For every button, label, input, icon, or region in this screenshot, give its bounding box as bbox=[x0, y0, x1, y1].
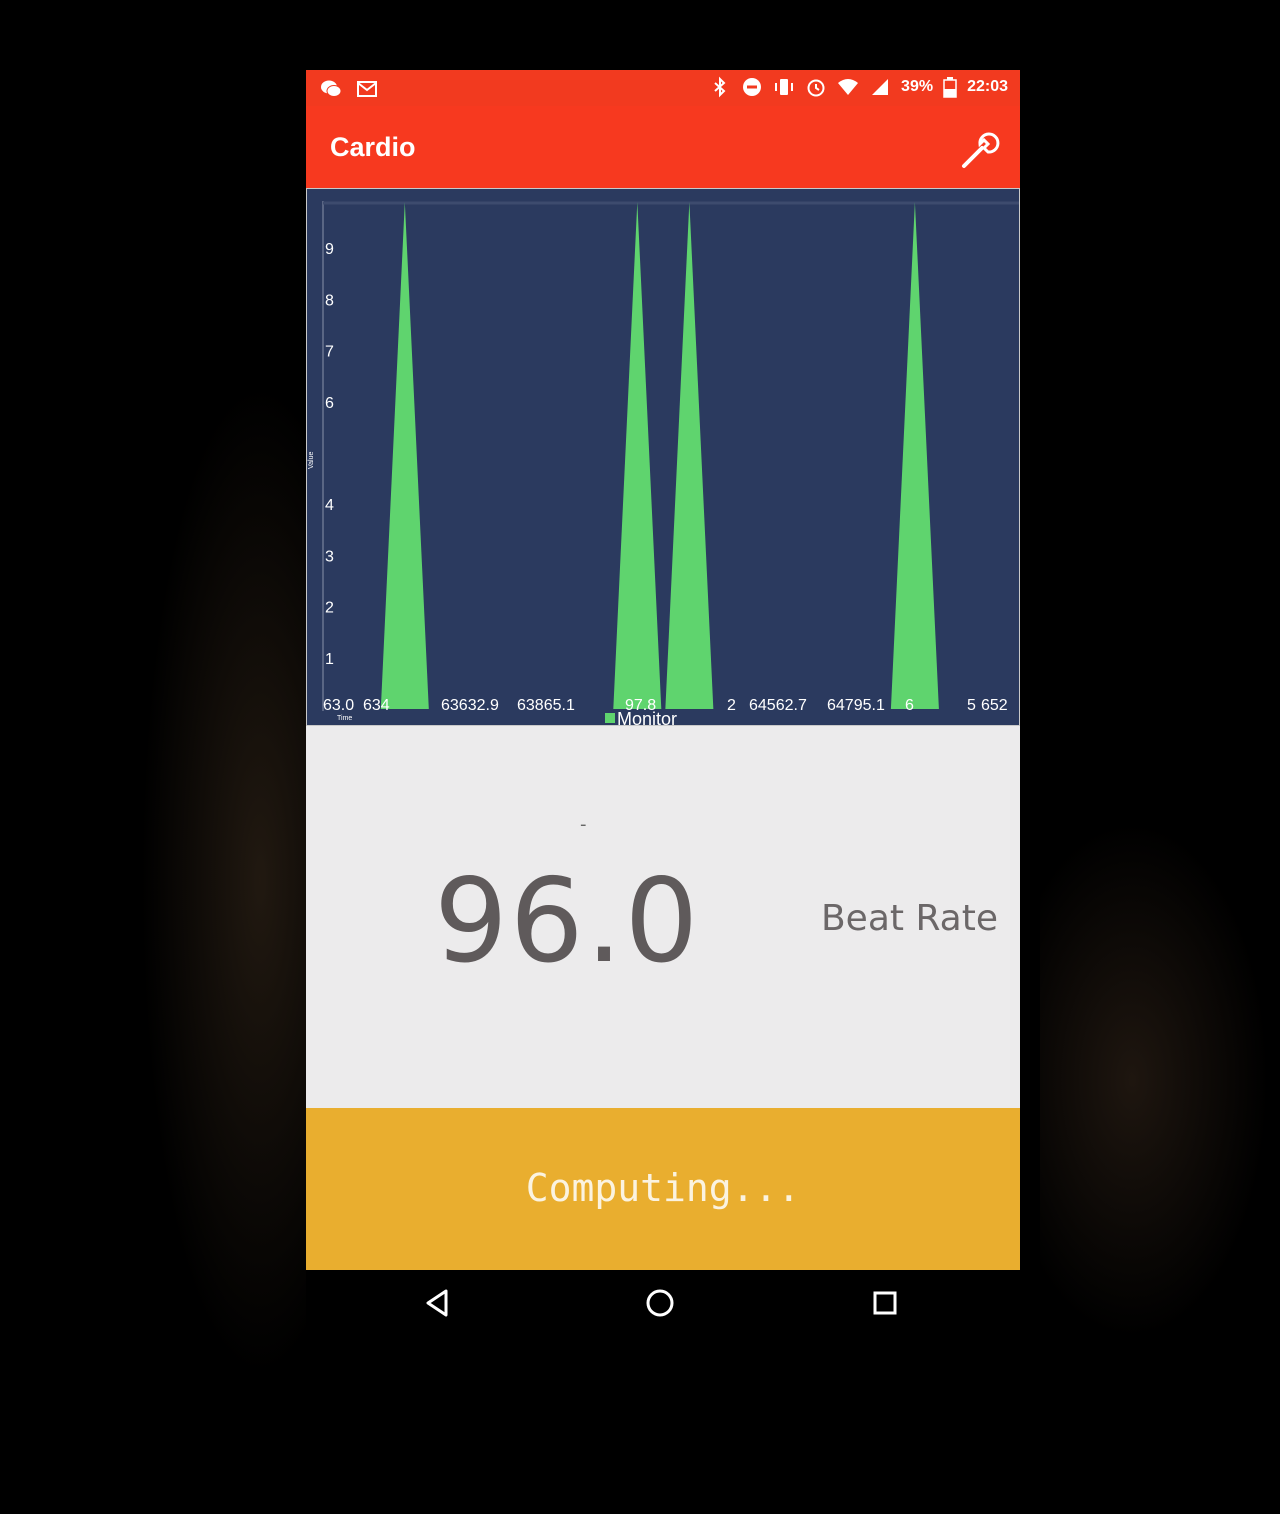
signal-icon bbox=[872, 79, 889, 95]
x-tick-label: 64795.1 bbox=[827, 697, 885, 714]
y-tick-label: 1 bbox=[325, 651, 334, 668]
y-tick-label: 8 bbox=[325, 292, 334, 309]
beat-rate-value: 96.0 bbox=[434, 854, 701, 989]
bluetooth-icon bbox=[714, 76, 726, 98]
x-axis-title: Time bbox=[337, 715, 352, 722]
do-not-disturb-icon bbox=[743, 78, 762, 96]
wifi-icon bbox=[838, 79, 859, 95]
x-tick-label: 634 bbox=[363, 697, 390, 714]
gmail-icon bbox=[357, 81, 377, 97]
app-bar: Cardio bbox=[306, 106, 1020, 188]
battery-icon bbox=[943, 77, 957, 98]
spike-1 bbox=[380, 202, 429, 709]
back-icon[interactable] bbox=[420, 1286, 454, 1320]
navigation-bar bbox=[306, 1270, 1020, 1332]
hand-shadow-right bbox=[1040, 820, 1270, 1340]
recents-icon[interactable] bbox=[868, 1286, 902, 1320]
spike-4 bbox=[890, 202, 939, 709]
wechat-icon bbox=[321, 80, 342, 97]
y-tick-label: 4 bbox=[325, 497, 334, 514]
status-text: Computing... bbox=[525, 1166, 801, 1210]
status-bar: 39% 22:03 bbox=[306, 70, 1020, 106]
legend-label: Monitor bbox=[617, 709, 677, 725]
x-tick-label: 5 bbox=[967, 697, 976, 714]
vibrate-icon bbox=[775, 79, 794, 95]
clock: 22:03 bbox=[967, 78, 1008, 95]
spike-2 bbox=[613, 202, 662, 709]
x-tick-label: 63.0 bbox=[323, 697, 354, 714]
app-title: Cardio bbox=[330, 132, 416, 162]
x-tick-label: 64562.7 bbox=[749, 697, 807, 714]
x-tick-label: 6 bbox=[905, 697, 914, 714]
chart-canvas: 9876432163.0 634 63632.9 63865.1 97.8 2 64562.… bbox=[308, 201, 1019, 725]
readout-panel: - 96.0 Beat Rate bbox=[306, 726, 1020, 1108]
legend-swatch bbox=[605, 713, 615, 723]
alarm-icon bbox=[807, 79, 825, 97]
status-panel[interactable]: Computing... bbox=[306, 1108, 1020, 1270]
y-tick-label: 9 bbox=[325, 241, 334, 258]
x-tick-label: 2 bbox=[727, 697, 736, 714]
spike-3 bbox=[665, 202, 714, 709]
home-icon[interactable] bbox=[643, 1286, 677, 1320]
y-tick-label: 2 bbox=[325, 600, 334, 617]
y-tick-label: 6 bbox=[325, 395, 334, 412]
x-tick-label: 652 bbox=[981, 697, 1008, 714]
battery-percent: 39% bbox=[901, 78, 934, 95]
y-tick-label: 3 bbox=[325, 548, 334, 565]
x-tick-label: 63865.1 bbox=[517, 697, 575, 714]
y-tick-label: 7 bbox=[325, 344, 334, 361]
readout-indicator: - bbox=[580, 814, 587, 835]
wrench-icon[interactable] bbox=[958, 128, 1002, 172]
beat-rate-label: Beat Rate bbox=[820, 898, 998, 939]
x-tick-label: 63632.9 bbox=[441, 697, 499, 714]
heart-rate-chart: 9 8 7 6 4 3 2 1 63.0 634 63632.9 63865.1 97.8 2 64562.… bbox=[306, 188, 1020, 726]
y-axis-title: Value bbox=[308, 452, 315, 469]
phone-screen: 39% 22:03 Cardio 9 8 7 6 4 3 2 1 63.0 634 63632.9 6… bbox=[306, 70, 1020, 1332]
